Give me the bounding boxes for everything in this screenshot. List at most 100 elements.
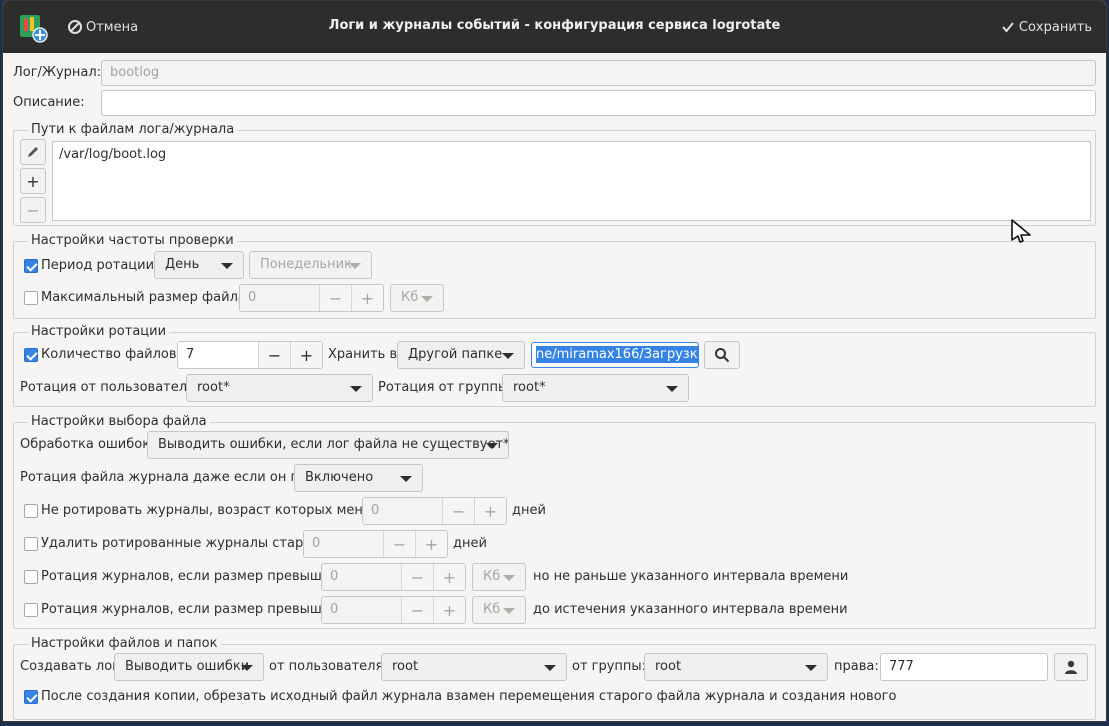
checkmark-icon	[1002, 22, 1014, 33]
decrement-button[interactable]: −	[319, 285, 351, 311]
weekday-value: Понедельник	[260, 257, 352, 272]
size-spinner[interactable]: 0 − +	[321, 596, 466, 624]
rotate-empty-label: Ротация файла журнала даже если он пуст:	[20, 470, 326, 485]
chevron-down-icon	[349, 263, 361, 269]
max-size-spinner[interactable]: 0 − +	[239, 284, 384, 312]
edit-path-button[interactable]	[20, 139, 46, 165]
rotate-empty-value: Включено	[305, 470, 374, 485]
rotation-group-label: Ротация от группы:	[378, 380, 513, 395]
mouse-cursor-icon	[1011, 219, 1031, 243]
save-label: Сохранить	[1018, 19, 1092, 35]
app-logrotate-icon	[20, 15, 48, 43]
logrotate-config-window: Отмена Логи и журналы событий - конфигур…	[2, 0, 1107, 722]
max-size-unit: Кб	[401, 290, 419, 305]
chevron-down-icon	[503, 575, 515, 581]
olddir-path-input[interactable]: ne/miramax166/Загрузки	[531, 342, 699, 368]
log-name-label: Лог/Журнал:	[13, 65, 102, 80]
browse-folder-button[interactable]	[704, 341, 740, 369]
min-size-checkbox[interactable]	[24, 570, 38, 584]
max-size-checkbox[interactable]	[24, 291, 38, 305]
file-count-checkbox[interactable]	[24, 348, 38, 362]
max-age-value[interactable]: 0	[304, 531, 383, 557]
max-size-value[interactable]: 0	[240, 285, 319, 311]
min-age-unit: дней	[512, 503, 546, 518]
file-count-spinner[interactable]: 7 − +	[177, 341, 323, 369]
min-age-spinner[interactable]: 0 − +	[362, 497, 507, 525]
create-group-label: от группы:	[572, 659, 647, 674]
log-description-label: Описание:	[13, 95, 85, 110]
permissions-input[interactable]: 777	[880, 653, 1048, 681]
rotation-period-select[interactable]: День	[154, 251, 244, 279]
store-in-select[interactable]: Другой папке	[397, 341, 525, 369]
file-count-value[interactable]: 7	[178, 342, 258, 368]
create-user-value: root	[392, 659, 419, 674]
increment-button[interactable]: +	[474, 498, 506, 524]
search-icon	[715, 348, 730, 363]
copytruncate-checkbox[interactable]	[24, 690, 38, 704]
size-checkbox[interactable]	[24, 603, 38, 617]
add-path-button[interactable]: +	[20, 168, 46, 194]
file-selection-group-title: Настройки выбора файла	[28, 414, 210, 430]
rotation-period-checkbox[interactable]	[24, 259, 38, 273]
min-size-label: Ротация журналов, если размер превышает	[41, 569, 346, 584]
chevron-down-icon	[666, 386, 678, 392]
paths-list[interactable]: /var/log/boot.log	[52, 141, 1091, 221]
rotation-user-select[interactable]: root*	[186, 374, 373, 402]
increment-button[interactable]: +	[415, 531, 447, 557]
min-size-unit-select[interactable]: Кб	[472, 563, 526, 591]
permissions-user-button[interactable]	[1054, 653, 1088, 681]
decrement-button[interactable]: −	[383, 531, 415, 557]
create-log-value: Выводить ошибки	[125, 659, 250, 674]
min-size-value[interactable]: 0	[322, 564, 401, 590]
increment-button[interactable]: +	[351, 285, 383, 311]
decrement-button[interactable]: −	[442, 498, 474, 524]
max-size-unit-select[interactable]: Кб	[390, 284, 444, 312]
chevron-down-icon	[502, 353, 514, 359]
min-size-spinner[interactable]: 0 − +	[321, 563, 466, 591]
log-name-input[interactable]: bootlog	[101, 60, 1096, 86]
rotation-group-select[interactable]: root*	[502, 374, 689, 402]
create-group-value: root	[655, 659, 682, 674]
size-value[interactable]: 0	[322, 597, 401, 623]
decrement-button[interactable]: −	[401, 564, 433, 590]
min-age-value[interactable]: 0	[363, 498, 442, 524]
decrement-button[interactable]: −	[258, 342, 290, 368]
rotate-empty-select[interactable]: Включено	[294, 464, 423, 492]
increment-button[interactable]: +	[433, 564, 465, 590]
increment-button[interactable]: +	[290, 342, 322, 368]
chevron-down-icon	[421, 296, 433, 302]
chevron-down-icon	[503, 608, 515, 614]
save-button[interactable]: Сохранить	[1001, 15, 1092, 39]
remove-path-button[interactable]: −	[20, 197, 46, 223]
size-unit-select[interactable]: Кб	[472, 596, 526, 624]
create-group-select[interactable]: root	[644, 653, 828, 681]
max-age-spinner[interactable]: 0 − +	[303, 530, 448, 558]
create-log-select[interactable]: Выводить ошибки	[114, 653, 264, 681]
file-count-label: Количество файлов:	[41, 347, 181, 362]
create-user-select[interactable]: root	[381, 653, 567, 681]
size-unit: Кб	[483, 602, 501, 617]
error-handling-select[interactable]: Выводить ошибки, если лог файла не сущес…	[147, 431, 509, 459]
paths-group-title: Пути к файлам лога/журнала	[28, 122, 238, 138]
decrement-button[interactable]: −	[401, 597, 433, 623]
log-description-input[interactable]	[101, 90, 1096, 116]
rotation-group-value: root*	[513, 380, 546, 395]
weekday-select[interactable]: Понедельник	[249, 251, 372, 279]
path-item[interactable]: /var/log/boot.log	[59, 147, 1084, 162]
create-log-label: Создавать лог	[20, 659, 119, 674]
store-in-value: Другой папке	[408, 347, 503, 362]
error-handling-label: Обработка ошибок:	[20, 437, 155, 452]
cancel-button[interactable]: Отмена	[63, 15, 142, 39]
increment-button[interactable]: +	[433, 597, 465, 623]
error-handling-value: Выводить ошибки, если лог файла не сущес…	[158, 437, 509, 452]
max-age-label: Удалить ротированные журналы старше	[41, 536, 324, 551]
cancel-label: Отмена	[86, 19, 139, 35]
plus-icon: +	[26, 171, 40, 191]
min-age-checkbox[interactable]	[24, 504, 38, 518]
minus-icon: −	[26, 200, 40, 220]
paths-group: Пути к файлам лога/журнала + − /var/log/…	[13, 122, 1096, 226]
rotation-user-label: Ротация от пользователя:	[20, 380, 200, 395]
rotation-period-value: День	[165, 257, 200, 272]
max-age-unit: дней	[453, 536, 487, 551]
max-age-checkbox[interactable]	[24, 537, 38, 551]
